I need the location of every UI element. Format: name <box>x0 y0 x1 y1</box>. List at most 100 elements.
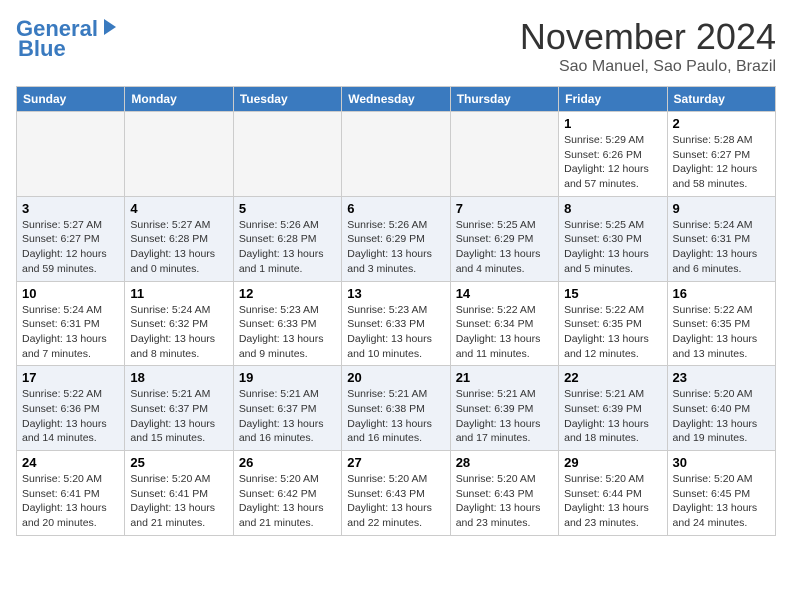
day-number: 19 <box>239 370 336 385</box>
day-number: 6 <box>347 201 444 216</box>
day-info: Sunrise: 5:25 AMSunset: 6:29 PMDaylight:… <box>456 218 553 277</box>
day-number: 12 <box>239 286 336 301</box>
day-info: Sunrise: 5:21 AMSunset: 6:37 PMDaylight:… <box>239 387 336 446</box>
calendar-cell-21: 21 Sunrise: 5:21 AMSunset: 6:39 PMDayligh… <box>450 366 558 451</box>
day-number: 10 <box>22 286 119 301</box>
col-header-thursday: Thursday <box>450 87 558 112</box>
day-number: 27 <box>347 455 444 470</box>
day-number: 21 <box>456 370 553 385</box>
calendar-cell-empty <box>17 112 125 197</box>
calendar-header-row: SundayMondayTuesdayWednesdayThursdayFrid… <box>17 87 776 112</box>
calendar-cell-28: 28 Sunrise: 5:20 AMSunset: 6:43 PMDayligh… <box>450 451 558 536</box>
day-info: Sunrise: 5:21 AMSunset: 6:39 PMDaylight:… <box>456 387 553 446</box>
calendar-cell-empty <box>233 112 341 197</box>
calendar-table: SundayMondayTuesdayWednesdayThursdayFrid… <box>16 86 776 536</box>
day-info: Sunrise: 5:26 AMSunset: 6:28 PMDaylight:… <box>239 218 336 277</box>
calendar-cell-27: 27 Sunrise: 5:20 AMSunset: 6:43 PMDayligh… <box>342 451 450 536</box>
day-info: Sunrise: 5:23 AMSunset: 6:33 PMDaylight:… <box>239 303 336 362</box>
day-info: Sunrise: 5:20 AMSunset: 6:43 PMDaylight:… <box>347 472 444 531</box>
day-number: 22 <box>564 370 661 385</box>
calendar-cell-30: 30 Sunrise: 5:20 AMSunset: 6:45 PMDayligh… <box>667 451 775 536</box>
day-number: 24 <box>22 455 119 470</box>
calendar-cell-empty <box>450 112 558 197</box>
week-row-2: 3 Sunrise: 5:27 AMSunset: 6:27 PMDaylight… <box>17 196 776 281</box>
day-number: 28 <box>456 455 553 470</box>
calendar-cell-10: 10 Sunrise: 5:24 AMSunset: 6:31 PMDayligh… <box>17 281 125 366</box>
day-info: Sunrise: 5:27 AMSunset: 6:27 PMDaylight:… <box>22 218 119 277</box>
day-number: 20 <box>347 370 444 385</box>
day-info: Sunrise: 5:23 AMSunset: 6:33 PMDaylight:… <box>347 303 444 362</box>
day-number: 7 <box>456 201 553 216</box>
day-info: Sunrise: 5:21 AMSunset: 6:38 PMDaylight:… <box>347 387 444 446</box>
title-block: November 2024 Sao Manuel, Sao Paulo, Bra… <box>520 16 776 76</box>
day-number: 8 <box>564 201 661 216</box>
logo: General Blue <box>16 16 120 62</box>
calendar-cell-13: 13 Sunrise: 5:23 AMSunset: 6:33 PMDayligh… <box>342 281 450 366</box>
day-info: Sunrise: 5:28 AMSunset: 6:27 PMDaylight:… <box>673 133 770 192</box>
calendar-cell-26: 26 Sunrise: 5:20 AMSunset: 6:42 PMDayligh… <box>233 451 341 536</box>
day-number: 9 <box>673 201 770 216</box>
calendar-cell-empty <box>125 112 233 197</box>
logo-arrow-icon <box>100 17 120 37</box>
day-info: Sunrise: 5:25 AMSunset: 6:30 PMDaylight:… <box>564 218 661 277</box>
calendar-cell-14: 14Sunrise: 5:22 AMSunset: 6:34 PMDayligh… <box>450 281 558 366</box>
day-info: Sunrise: 5:24 AMSunset: 6:32 PMDaylight:… <box>130 303 227 362</box>
calendar-cell-20: 20 Sunrise: 5:21 AMSunset: 6:38 PMDayligh… <box>342 366 450 451</box>
day-number: 3 <box>22 201 119 216</box>
col-header-tuesday: Tuesday <box>233 87 341 112</box>
day-number: 26 <box>239 455 336 470</box>
calendar-cell-15: 15Sunrise: 5:22 AMSunset: 6:35 PMDayligh… <box>559 281 667 366</box>
calendar-cell-5: 5 Sunrise: 5:26 AMSunset: 6:28 PMDaylight… <box>233 196 341 281</box>
page-header: General Blue November 2024 Sao Manuel, S… <box>16 16 776 76</box>
calendar-cell-18: 18Sunrise: 5:21 AMSunset: 6:37 PMDayligh… <box>125 366 233 451</box>
day-info: Sunrise: 5:22 AMSunset: 6:34 PMDaylight:… <box>456 303 553 362</box>
day-info: Sunrise: 5:20 AMSunset: 6:43 PMDaylight:… <box>456 472 553 531</box>
day-info: Sunrise: 5:20 AMSunset: 6:44 PMDaylight:… <box>564 472 661 531</box>
day-info: Sunrise: 5:24 AMSunset: 6:31 PMDaylight:… <box>673 218 770 277</box>
col-header-monday: Monday <box>125 87 233 112</box>
day-number: 13 <box>347 286 444 301</box>
day-info: Sunrise: 5:20 AMSunset: 6:45 PMDaylight:… <box>673 472 770 531</box>
calendar-cell-17: 17 Sunrise: 5:22 AMSunset: 6:36 PMDayligh… <box>17 366 125 451</box>
day-info: Sunrise: 5:26 AMSunset: 6:29 PMDaylight:… <box>347 218 444 277</box>
day-number: 17 <box>22 370 119 385</box>
calendar-cell-2: 2Sunrise: 5:28 AMSunset: 6:27 PMDaylight… <box>667 112 775 197</box>
calendar-cell-19: 19 Sunrise: 5:21 AMSunset: 6:37 PMDayligh… <box>233 366 341 451</box>
day-info: Sunrise: 5:20 AMSunset: 6:40 PMDaylight:… <box>673 387 770 446</box>
calendar-cell-4: 4Sunrise: 5:27 AMSunset: 6:28 PMDaylight… <box>125 196 233 281</box>
day-info: Sunrise: 5:20 AMSunset: 6:41 PMDaylight:… <box>130 472 227 531</box>
day-info: Sunrise: 5:27 AMSunset: 6:28 PMDaylight:… <box>130 218 227 277</box>
calendar-cell-6: 6 Sunrise: 5:26 AMSunset: 6:29 PMDaylight… <box>342 196 450 281</box>
day-number: 1 <box>564 116 661 131</box>
day-info: Sunrise: 5:22 AMSunset: 6:36 PMDaylight:… <box>22 387 119 446</box>
col-header-sunday: Sunday <box>17 87 125 112</box>
day-info: Sunrise: 5:20 AMSunset: 6:42 PMDaylight:… <box>239 472 336 531</box>
day-info: Sunrise: 5:24 AMSunset: 6:31 PMDaylight:… <box>22 303 119 362</box>
calendar-cell-25: 25Sunrise: 5:20 AMSunset: 6:41 PMDayligh… <box>125 451 233 536</box>
day-number: 16 <box>673 286 770 301</box>
col-header-saturday: Saturday <box>667 87 775 112</box>
calendar-cell-empty <box>342 112 450 197</box>
day-info: Sunrise: 5:20 AMSunset: 6:41 PMDaylight:… <box>22 472 119 531</box>
col-header-wednesday: Wednesday <box>342 87 450 112</box>
day-number: 30 <box>673 455 770 470</box>
day-info: Sunrise: 5:29 AMSunset: 6:26 PMDaylight:… <box>564 133 661 192</box>
day-info: Sunrise: 5:21 AMSunset: 6:37 PMDaylight:… <box>130 387 227 446</box>
week-row-3: 10 Sunrise: 5:24 AMSunset: 6:31 PMDayligh… <box>17 281 776 366</box>
calendar-cell-8: 8 Sunrise: 5:25 AMSunset: 6:30 PMDaylight… <box>559 196 667 281</box>
calendar-cell-12: 12 Sunrise: 5:23 AMSunset: 6:33 PMDayligh… <box>233 281 341 366</box>
day-info: Sunrise: 5:21 AMSunset: 6:39 PMDaylight:… <box>564 387 661 446</box>
day-number: 11 <box>130 286 227 301</box>
col-header-friday: Friday <box>559 87 667 112</box>
day-info: Sunrise: 5:22 AMSunset: 6:35 PMDaylight:… <box>564 303 661 362</box>
calendar-cell-11: 11 Sunrise: 5:24 AMSunset: 6:32 PMDayligh… <box>125 281 233 366</box>
week-row-1: 1 Sunrise: 5:29 AMSunset: 6:26 PMDaylight… <box>17 112 776 197</box>
calendar-cell-3: 3 Sunrise: 5:27 AMSunset: 6:27 PMDaylight… <box>17 196 125 281</box>
calendar-cell-22: 22 Sunrise: 5:21 AMSunset: 6:39 PMDayligh… <box>559 366 667 451</box>
day-number: 5 <box>239 201 336 216</box>
week-row-5: 24 Sunrise: 5:20 AMSunset: 6:41 PMDayligh… <box>17 451 776 536</box>
calendar-cell-29: 29Sunrise: 5:20 AMSunset: 6:44 PMDayligh… <box>559 451 667 536</box>
logo-blue: Blue <box>16 36 66 62</box>
calendar-cell-1: 1 Sunrise: 5:29 AMSunset: 6:26 PMDaylight… <box>559 112 667 197</box>
day-number: 23 <box>673 370 770 385</box>
